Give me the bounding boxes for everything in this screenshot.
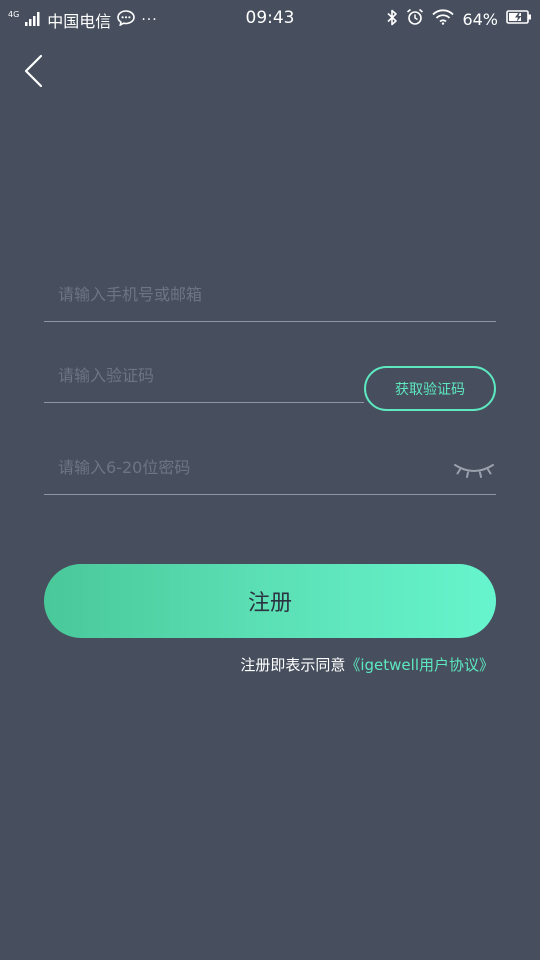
get-code-button[interactable]: 获取验证码 bbox=[364, 366, 496, 411]
password-field bbox=[44, 439, 496, 495]
register-button[interactable]: 注册 bbox=[44, 564, 496, 638]
battery-percent: 64% bbox=[462, 9, 498, 29]
user-agreement-link[interactable]: 《igetwell用户协议》 bbox=[345, 656, 494, 674]
password-underline bbox=[44, 494, 496, 495]
alarm-icon bbox=[406, 8, 424, 30]
terms-agreement: 注册即表示同意《igetwell用户协议》 bbox=[240, 654, 494, 675]
back-button[interactable] bbox=[20, 52, 50, 92]
verification-code-field bbox=[44, 347, 364, 403]
chevron-left-icon bbox=[24, 54, 43, 88]
password-input[interactable] bbox=[44, 439, 496, 495]
phone-email-underline bbox=[44, 321, 496, 322]
verification-code-underline bbox=[44, 402, 364, 403]
status-bar: 4G 中国电信 ··· 09:43 64% bbox=[0, 0, 540, 36]
eye-closed-icon bbox=[454, 464, 494, 478]
status-bar-right: 64% bbox=[386, 8, 532, 30]
bluetooth-icon bbox=[386, 9, 398, 30]
agreement-text: 注册即表示同意 bbox=[240, 656, 346, 674]
phone-email-field bbox=[44, 266, 496, 322]
verification-code-input[interactable] bbox=[44, 347, 364, 403]
password-visibility-toggle[interactable] bbox=[452, 458, 496, 482]
phone-email-input[interactable] bbox=[44, 266, 496, 322]
battery-charging-icon bbox=[506, 9, 532, 29]
wifi-icon bbox=[432, 9, 455, 29]
